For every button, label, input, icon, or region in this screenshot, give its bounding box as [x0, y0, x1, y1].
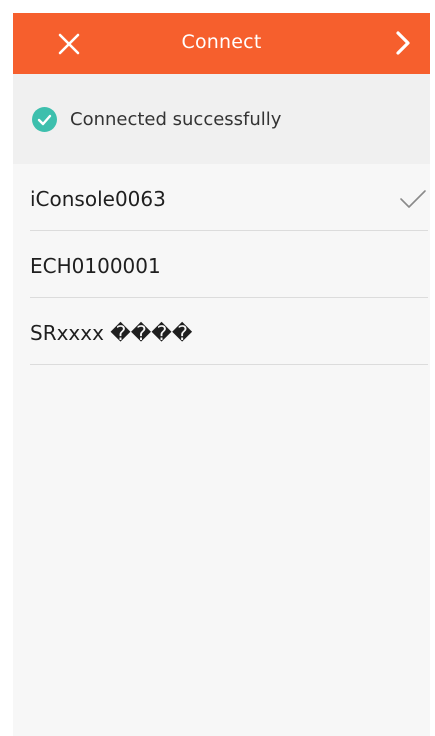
connect-screen: Connect Connected successfully iConsole0… — [13, 13, 430, 736]
chevron-right-icon — [396, 31, 410, 55]
device-item-iconsole0063[interactable]: iConsole0063 — [30, 164, 428, 231]
connection-status-bar: Connected successfully — [13, 74, 430, 164]
checkmark-icon — [400, 190, 426, 208]
device-item-srxxxx[interactable]: SRxxxx ���� — [30, 298, 428, 365]
device-name: iConsole0063 — [30, 187, 166, 211]
next-button[interactable] — [389, 28, 417, 58]
status-text: Connected successfully — [70, 109, 282, 130]
device-name: ECH0100001 — [30, 254, 161, 278]
device-list: iConsole0063 ECH0100001 SRxxxx ���� — [13, 164, 430, 365]
device-name: SRxxxx ���� — [30, 321, 193, 345]
device-item-ech0100001[interactable]: ECH0100001 — [30, 231, 428, 298]
top-bar: Connect — [13, 13, 430, 74]
page-title: Connect — [181, 31, 262, 53]
check-circle-icon — [32, 107, 57, 132]
